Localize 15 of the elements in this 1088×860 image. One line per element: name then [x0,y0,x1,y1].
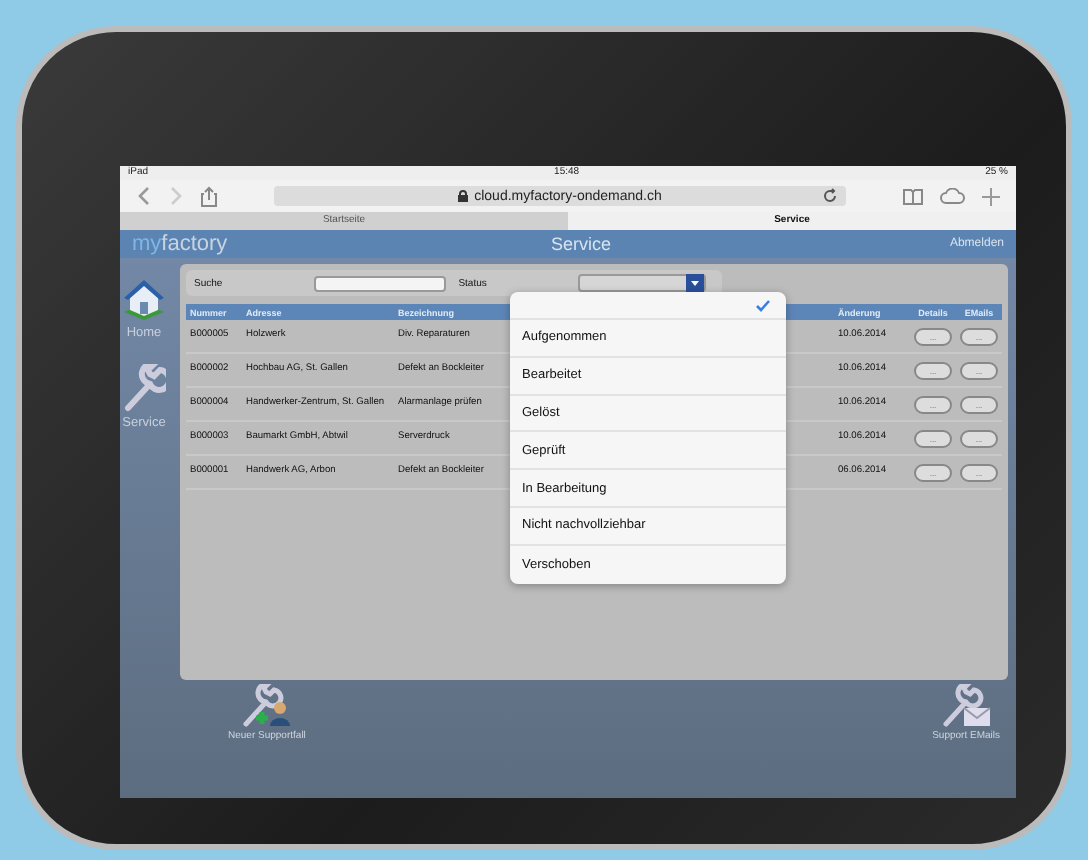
wrench-icon[interactable] [122,364,166,412]
share-icon[interactable] [200,185,218,207]
lock-icon [458,190,469,202]
plus-icon[interactable] [982,187,1000,205]
book-icon[interactable] [902,187,924,205]
house-icon[interactable] [120,278,168,322]
page-title: Service [548,234,613,254]
wrench-envelope-icon[interactable] [940,684,993,728]
status-dropdown[interactable] [578,274,707,292]
cloud-icon[interactable] [940,188,966,204]
back-icon[interactable] [136,186,152,206]
checkmark-icon [756,299,770,311]
reload-icon[interactable] [822,188,838,204]
wrench-person-icon[interactable] [240,684,293,728]
search-field[interactable] [314,275,447,291]
